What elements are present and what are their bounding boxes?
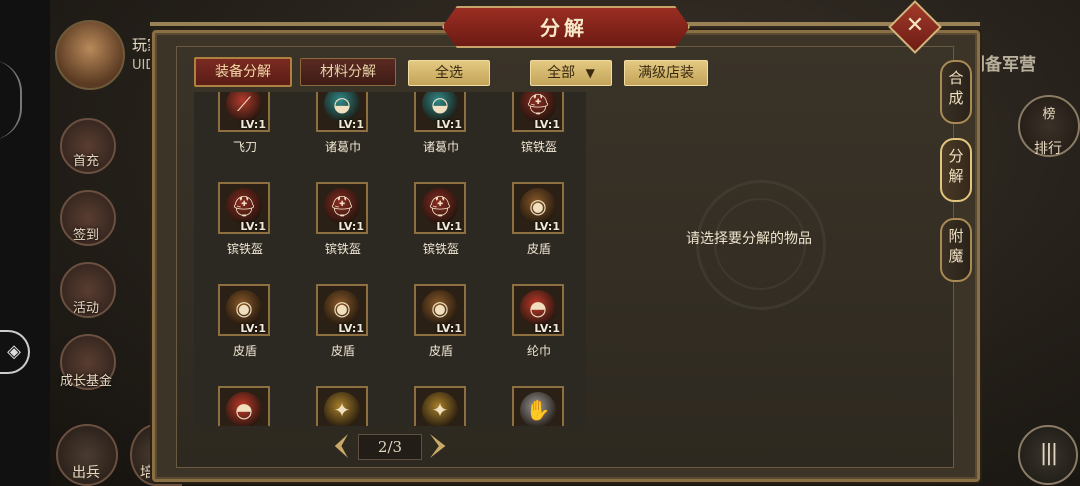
left-rail xyxy=(0,0,50,486)
item-name: 诸葛巾 xyxy=(422,140,459,154)
item-slot[interactable]: ◓ xyxy=(218,386,270,426)
item-level: LV:1 xyxy=(338,220,364,233)
helmet-icon: ⛑ xyxy=(226,188,262,224)
item-level: LV:1 xyxy=(436,118,462,131)
item-level: LV:1 xyxy=(240,220,266,233)
equip-decompose-button[interactable]: 装备分解 xyxy=(194,57,292,87)
helmet-icon: ⛑ xyxy=(422,188,458,224)
item-card[interactable]: ⛑ LV:1 镔铁盔 xyxy=(490,92,586,154)
item-card[interactable]: ◓ LV:1 纶巾 xyxy=(490,256,586,358)
item-name: 纶巾 xyxy=(526,344,551,358)
item-name: 皮盾 xyxy=(330,344,355,358)
item-level: LV:1 xyxy=(240,322,266,335)
rank-label: 排行 xyxy=(1034,141,1062,157)
item-card[interactable]: ◉ LV:1 皮盾 xyxy=(490,154,586,256)
deploy-label: 出兵 xyxy=(72,465,100,481)
turban-icon: ◓ xyxy=(226,392,262,426)
item-name: 诸葛巾 xyxy=(324,140,361,154)
item-card[interactable]: ⛑ LV:1 镔铁盔 xyxy=(196,154,294,256)
dialog-title: 分解 xyxy=(540,16,588,40)
item-name: 皮盾 xyxy=(526,242,551,256)
item-name: 飞刀 xyxy=(232,140,257,154)
tab-decompose-label: 分解 xyxy=(948,147,964,185)
max-level-shop-gear-button[interactable]: 满级店装 xyxy=(624,60,708,86)
item-card[interactable]: ◉ LV:1 皮盾 xyxy=(392,256,490,358)
item-card[interactable]: ◉ LV:1 皮盾 xyxy=(196,256,294,358)
item-card[interactable]: ◓ xyxy=(196,358,294,426)
activity-label: 活动 xyxy=(72,301,99,316)
item-grid: ⟋ LV:1 飞刀 ◒ LV:1 诸葛巾 ◒ LV:1 诸葛巾 ⛑ LV:1 镔铁盔 ⛑ LV:1 镔铁盔 ⛑… xyxy=(194,92,586,426)
chevron-down-icon: ▼ xyxy=(585,66,595,80)
selection-hint: 请选择要分解的物品 xyxy=(686,231,812,247)
item-slot[interactable]: ✦ xyxy=(316,386,368,426)
shield-icon: ◉ xyxy=(226,290,262,326)
player-avatar[interactable] xyxy=(55,20,125,90)
helmet-icon: ⛑ xyxy=(324,188,360,224)
item-name: 皮盾 xyxy=(232,344,257,358)
item-name: 镔铁盔 xyxy=(422,242,459,256)
item-level: LV:1 xyxy=(338,322,364,335)
tab-enchant-label: 附魔 xyxy=(948,227,964,265)
item-card[interactable]: ✦ xyxy=(392,358,490,426)
title-wing-left xyxy=(150,22,450,26)
item-slot[interactable]: ✦ xyxy=(414,386,466,426)
item-name: 镔铁盔 xyxy=(520,140,557,154)
item-level: LV:1 xyxy=(534,220,560,233)
category-dropdown[interactable]: 全部 ▼ xyxy=(530,60,612,86)
rank-icon: 榜 xyxy=(1042,107,1056,122)
menu-button[interactable]: ||| xyxy=(1018,425,1078,485)
gauntlet-icon: ✋ xyxy=(520,392,556,426)
armor-icon: ✦ xyxy=(324,392,360,426)
item-level: LV:1 xyxy=(534,118,560,131)
item-card[interactable]: ✋ xyxy=(490,358,586,426)
item-card[interactable]: ◒ LV:1 诸葛巾 xyxy=(294,92,392,154)
turban-icon: ◓ xyxy=(520,290,556,326)
armor-icon: ✦ xyxy=(422,392,458,426)
item-slot[interactable]: ✋ xyxy=(512,386,564,426)
item-name: 镔铁盔 xyxy=(226,242,263,256)
first-recharge-label: 首充 xyxy=(72,154,99,169)
item-name: 镔铁盔 xyxy=(324,242,361,256)
item-card[interactable]: ◒ LV:1 诸葛巾 xyxy=(392,92,490,154)
item-card[interactable]: ⛑ LV:1 镔铁盔 xyxy=(392,154,490,256)
material-decompose-button[interactable]: 材料分解 xyxy=(300,58,396,86)
item-card[interactable]: ◉ LV:1 皮盾 xyxy=(294,256,392,358)
close-icon[interactable]: ✕ xyxy=(896,8,934,46)
tab-enchant[interactable]: 附魔 xyxy=(940,218,972,282)
tab-synthesize[interactable]: 合成 xyxy=(940,60,972,124)
shield-icon: ◉ xyxy=(422,290,458,326)
item-card[interactable]: ✦ xyxy=(294,358,392,426)
category-dropdown-value: 全部 xyxy=(547,65,576,81)
select-all-button[interactable]: 全选 xyxy=(408,60,490,86)
item-level: LV:1 xyxy=(338,118,364,131)
page-indicator: 2/3 xyxy=(358,434,422,460)
tab-synthesize-label: 合成 xyxy=(948,69,964,107)
item-level: LV:1 xyxy=(436,322,462,335)
item-level: LV:1 xyxy=(436,220,462,233)
item-level: LV:1 xyxy=(240,118,266,131)
shield-icon: ◉ xyxy=(520,188,556,224)
item-level: LV:1 xyxy=(534,322,560,335)
sign-in-label: 签到 xyxy=(72,228,99,243)
tab-decompose[interactable]: 分解 xyxy=(940,138,972,202)
shield-icon: ◉ xyxy=(324,290,360,326)
item-card[interactable]: ⛑ LV:1 镔铁盔 xyxy=(294,154,392,256)
item-card[interactable]: ⟋ LV:1 飞刀 xyxy=(196,92,294,154)
item-name: 皮盾 xyxy=(428,344,453,358)
growth-fund-label: 成长基金 xyxy=(59,374,112,389)
